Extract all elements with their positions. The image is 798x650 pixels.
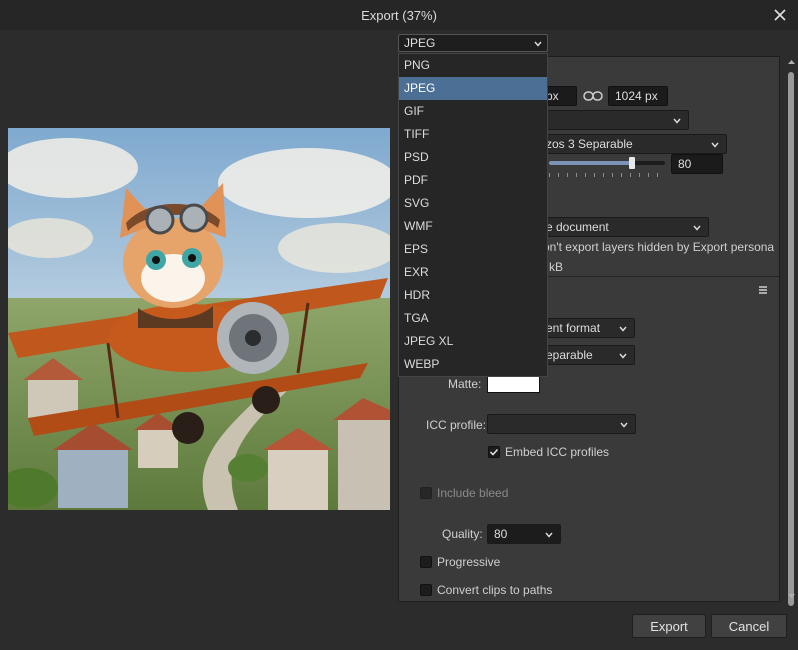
cancel-button[interactable]: Cancel <box>711 614 787 638</box>
chevron-down-icon <box>534 41 542 47</box>
format-option-exr[interactable]: EXR <box>399 261 547 284</box>
window-title: Export (37%) <box>361 7 437 23</box>
format-option-svg[interactable]: SVG <box>399 192 547 215</box>
icc-profile-select[interactable] <box>487 414 636 434</box>
quality-label: Quality: <box>442 527 483 541</box>
slider-ticks <box>549 173 665 177</box>
resample-value: zos 3 Separable <box>546 137 633 151</box>
chevron-down-icon <box>619 326 627 332</box>
format-dropdown-menu: PNG JPEG GIF TIFF PSD PDF SVG WMF EPS EXR HDR TGA JP… <box>398 53 548 377</box>
height-field[interactable]: 1024 px <box>608 86 668 106</box>
format-option-tiff[interactable]: TIFF <box>399 123 547 146</box>
chevron-down-icon <box>619 353 627 359</box>
matte-label: Matte: <box>448 377 482 391</box>
chevron-down-icon <box>693 225 701 231</box>
format-selected-value: JPEG <box>404 36 436 50</box>
convert-clips-checkbox[interactable] <box>420 584 432 596</box>
settings-scrollbar[interactable] <box>785 56 798 606</box>
link-icon[interactable] <box>583 90 603 105</box>
preset-select[interactable] <box>539 110 689 130</box>
title-bar: Export (37%) <box>0 0 798 30</box>
format-option-webp[interactable]: WEBP <box>399 353 547 376</box>
export-preview-image <box>8 128 390 510</box>
format-option-jpeg[interactable]: JPEG <box>399 77 547 100</box>
area-value: e document <box>546 220 609 234</box>
resampler-value: eparable <box>546 348 593 362</box>
format-option-gif[interactable]: GIF <box>399 100 547 123</box>
chevron-down-icon <box>673 118 681 124</box>
close-icon <box>774 9 786 21</box>
format-select[interactable]: JPEG <box>398 34 548 52</box>
format-option-wmf[interactable]: WMF <box>399 215 547 238</box>
embed-icc-checkbox[interactable] <box>488 446 500 458</box>
format-option-psd[interactable]: PSD <box>399 146 547 169</box>
format-option-png[interactable]: PNG <box>399 54 547 77</box>
resample-select[interactable]: zos 3 Separable <box>539 134 727 154</box>
slider-value-field[interactable]: 80 <box>671 154 723 174</box>
chevron-down-icon <box>711 142 719 148</box>
quality-slider[interactable] <box>549 157 665 181</box>
format-option-tga[interactable]: TGA <box>399 307 547 330</box>
slider-thumb[interactable] <box>629 157 635 169</box>
embed-icc-label: Embed ICC profiles <box>505 445 610 459</box>
area-select[interactable]: e document <box>539 217 709 237</box>
include-bleed-checkbox[interactable] <box>420 487 432 499</box>
scroll-down-icon[interactable] <box>787 592 796 600</box>
check-icon <box>489 448 499 456</box>
scroll-up-icon[interactable] <box>787 58 796 66</box>
format-option-eps[interactable]: EPS <box>399 238 547 261</box>
format-option-hdr[interactable]: HDR <box>399 284 547 307</box>
pixel-format-select[interactable]: ent format <box>539 318 635 338</box>
chevron-down-icon <box>620 422 628 428</box>
close-button[interactable] <box>770 5 790 25</box>
hamburger-menu-icon[interactable] <box>758 284 768 298</box>
resampler-select[interactable]: eparable <box>539 345 635 365</box>
scroll-thumb[interactable] <box>788 72 794 606</box>
include-bleed-label: Include bleed <box>437 486 509 500</box>
format-option-pdf[interactable]: PDF <box>399 169 547 192</box>
slider-fill <box>549 161 633 165</box>
chevron-down-icon <box>545 532 553 538</box>
quality-value: 80 <box>494 527 508 541</box>
progressive-label: Progressive <box>437 555 501 569</box>
export-button[interactable]: Export <box>632 614 706 638</box>
hidden-layers-text: on't export layers hidden by Export pers… <box>543 240 775 254</box>
progressive-checkbox[interactable] <box>420 556 432 568</box>
pixel-format-value: ent format <box>546 321 601 335</box>
quality-select[interactable]: 80 <box>487 524 561 544</box>
convert-clips-label: Convert clips to paths <box>437 583 553 597</box>
size-estimate: kB <box>549 260 564 274</box>
format-option-jpeg-xl[interactable]: JPEG XL <box>399 330 547 353</box>
icc-profile-label: ICC profile: <box>426 418 487 432</box>
